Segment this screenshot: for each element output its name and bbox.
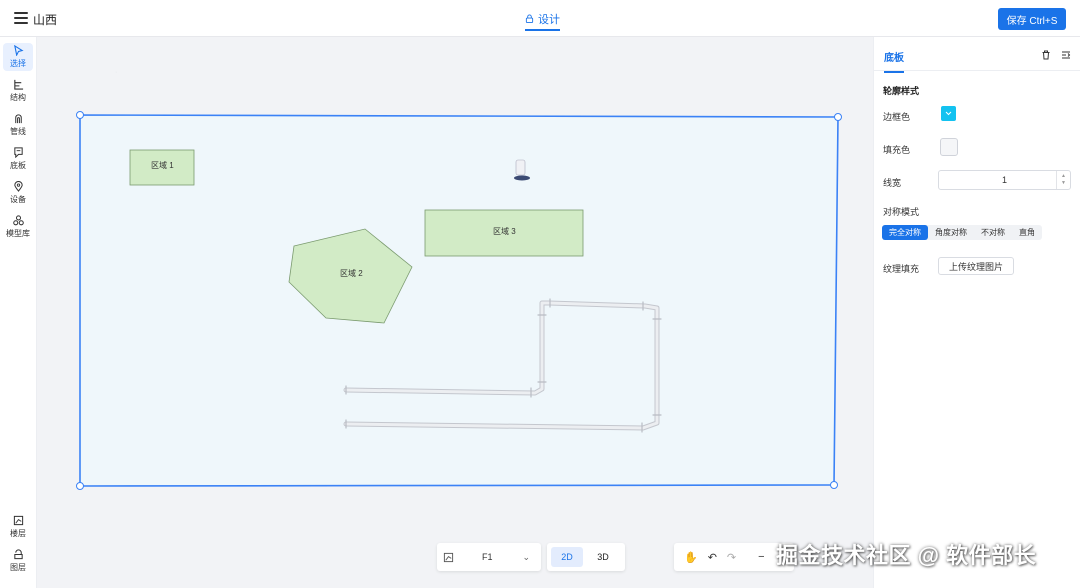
resize-handle-bl[interactable] <box>76 482 84 490</box>
redo-icon[interactable]: ↷ <box>727 551 736 564</box>
tool-floor[interactable]: 楼层 <box>3 513 33 541</box>
tool-floor-label: 楼层 <box>10 529 26 538</box>
tool-baseplate[interactable]: 底板 <box>3 145 33 173</box>
cursor-icon <box>13 45 24 56</box>
symmetry-option-right-angle[interactable]: 直角 <box>1012 225 1042 240</box>
app-title: 山西 <box>33 13 58 27</box>
panel-divider <box>874 70 1080 71</box>
chevron-down-icon <box>945 111 952 116</box>
region-1-label: 区域 1 <box>151 161 174 170</box>
zoom-out-icon[interactable]: − <box>758 551 764 563</box>
tool-model-library-label: 模型库 <box>6 229 30 238</box>
tool-layer[interactable]: 图层 <box>3 547 33 575</box>
resize-handle-br[interactable] <box>830 481 838 489</box>
view-mode-toggle: 2D 3D <box>547 543 625 571</box>
location-pin-icon <box>13 181 23 192</box>
stepper-icon[interactable]: ▲ ▼ <box>1056 171 1070 189</box>
layer-icon <box>13 549 23 560</box>
line-width-label: 线宽 <box>883 178 902 188</box>
floor-selector[interactable]: F1 ⌄ <box>437 543 541 571</box>
properties-panel: 底板 轮廓样式 边框色 填充色 线宽 1 ▲ ▼ 对称模式 完全对称 角度对称 不… <box>873 37 1080 588</box>
tab-design[interactable]: 设计 <box>525 0 560 37</box>
outline-style-title: 轮廓样式 <box>883 86 920 96</box>
tool-structure-label: 结构 <box>10 93 26 102</box>
collapse-panel-icon[interactable] <box>1061 50 1071 60</box>
tool-pipeline-label: 管线 <box>10 127 26 136</box>
border-color-picker[interactable] <box>941 106 956 121</box>
symmetry-option-angle[interactable]: 角度对称 <box>928 225 974 240</box>
design-canvas[interactable]: · 区域 1 区域 2 区域 3 <box>37 37 873 588</box>
left-toolbar: 选择 结构 管线 底板 设备 模型库 楼层 图层 <box>0 37 37 588</box>
fill-color-picker[interactable] <box>940 138 958 156</box>
tool-device-label: 设备 <box>10 195 26 204</box>
structure-icon <box>13 79 23 90</box>
tool-layer-label: 图层 <box>10 563 26 572</box>
texture-fill-label: 纹理填充 <box>883 264 920 274</box>
undo-icon[interactable]: ↶ <box>708 551 717 564</box>
trash-icon[interactable] <box>1041 50 1051 60</box>
model-library-icon <box>12 215 24 226</box>
tool-pipeline[interactable]: 管线 <box>3 111 33 139</box>
mode-2d-button[interactable]: 2D <box>551 547 583 567</box>
pipeline-icon <box>14 114 22 124</box>
top-bar: 山西 设计 保存 Ctrl+S <box>0 0 1080 37</box>
canvas-watermark: · <box>115 69 118 76</box>
symmetry-option-none[interactable]: 不对称 <box>974 225 1012 240</box>
tool-structure[interactable]: 结构 <box>3 77 33 105</box>
region-2-label: 区域 2 <box>340 269 363 278</box>
border-color-label: 边框色 <box>883 112 911 122</box>
mode-3d-button[interactable]: 3D <box>587 547 619 567</box>
symmetry-option-full[interactable]: 完全对称 <box>882 225 928 240</box>
tool-select[interactable]: 选择 <box>3 43 33 71</box>
tab-baseplate[interactable]: 底板 <box>884 49 904 73</box>
region-3-label: 区域 3 <box>493 227 516 236</box>
fill-color-label: 填充色 <box>883 145 911 155</box>
symmetry-mode-label: 对称模式 <box>883 207 920 217</box>
chevron-down-icon[interactable]: ⌄ <box>523 552 531 563</box>
hand-pan-icon[interactable]: ✋ <box>684 551 698 564</box>
baseplate-icon <box>13 147 23 158</box>
tool-baseplate-label: 底板 <box>10 161 26 170</box>
upload-texture-button[interactable]: 上传纹理图片 <box>938 257 1014 275</box>
symmetry-mode-selector: 完全对称 角度对称 不对称 直角 <box>882 225 1042 240</box>
floor-icon <box>13 515 23 526</box>
resize-handle-tl[interactable] <box>76 111 84 119</box>
floor-value: F1 <box>482 552 493 562</box>
line-width-value: 1 <box>1001 175 1007 185</box>
tool-model-library[interactable]: 模型库 <box>3 213 33 241</box>
floor-chart-icon <box>443 552 454 562</box>
tab-design-label: 设计 <box>538 13 560 26</box>
save-button[interactable]: 保存 Ctrl+S <box>998 8 1066 30</box>
menu-icon[interactable] <box>14 12 28 24</box>
watermark-overlay-text: 掘金技术社区 @ 软件部长 <box>776 543 1037 568</box>
line-width-input[interactable]: 1 ▲ ▼ <box>938 170 1071 190</box>
canvas-drawing <box>76 111 842 490</box>
resize-handle-tr[interactable] <box>834 113 842 121</box>
tool-select-label: 选择 <box>10 59 26 68</box>
lock-icon <box>525 14 534 23</box>
tool-device[interactable]: 设备 <box>3 179 33 207</box>
